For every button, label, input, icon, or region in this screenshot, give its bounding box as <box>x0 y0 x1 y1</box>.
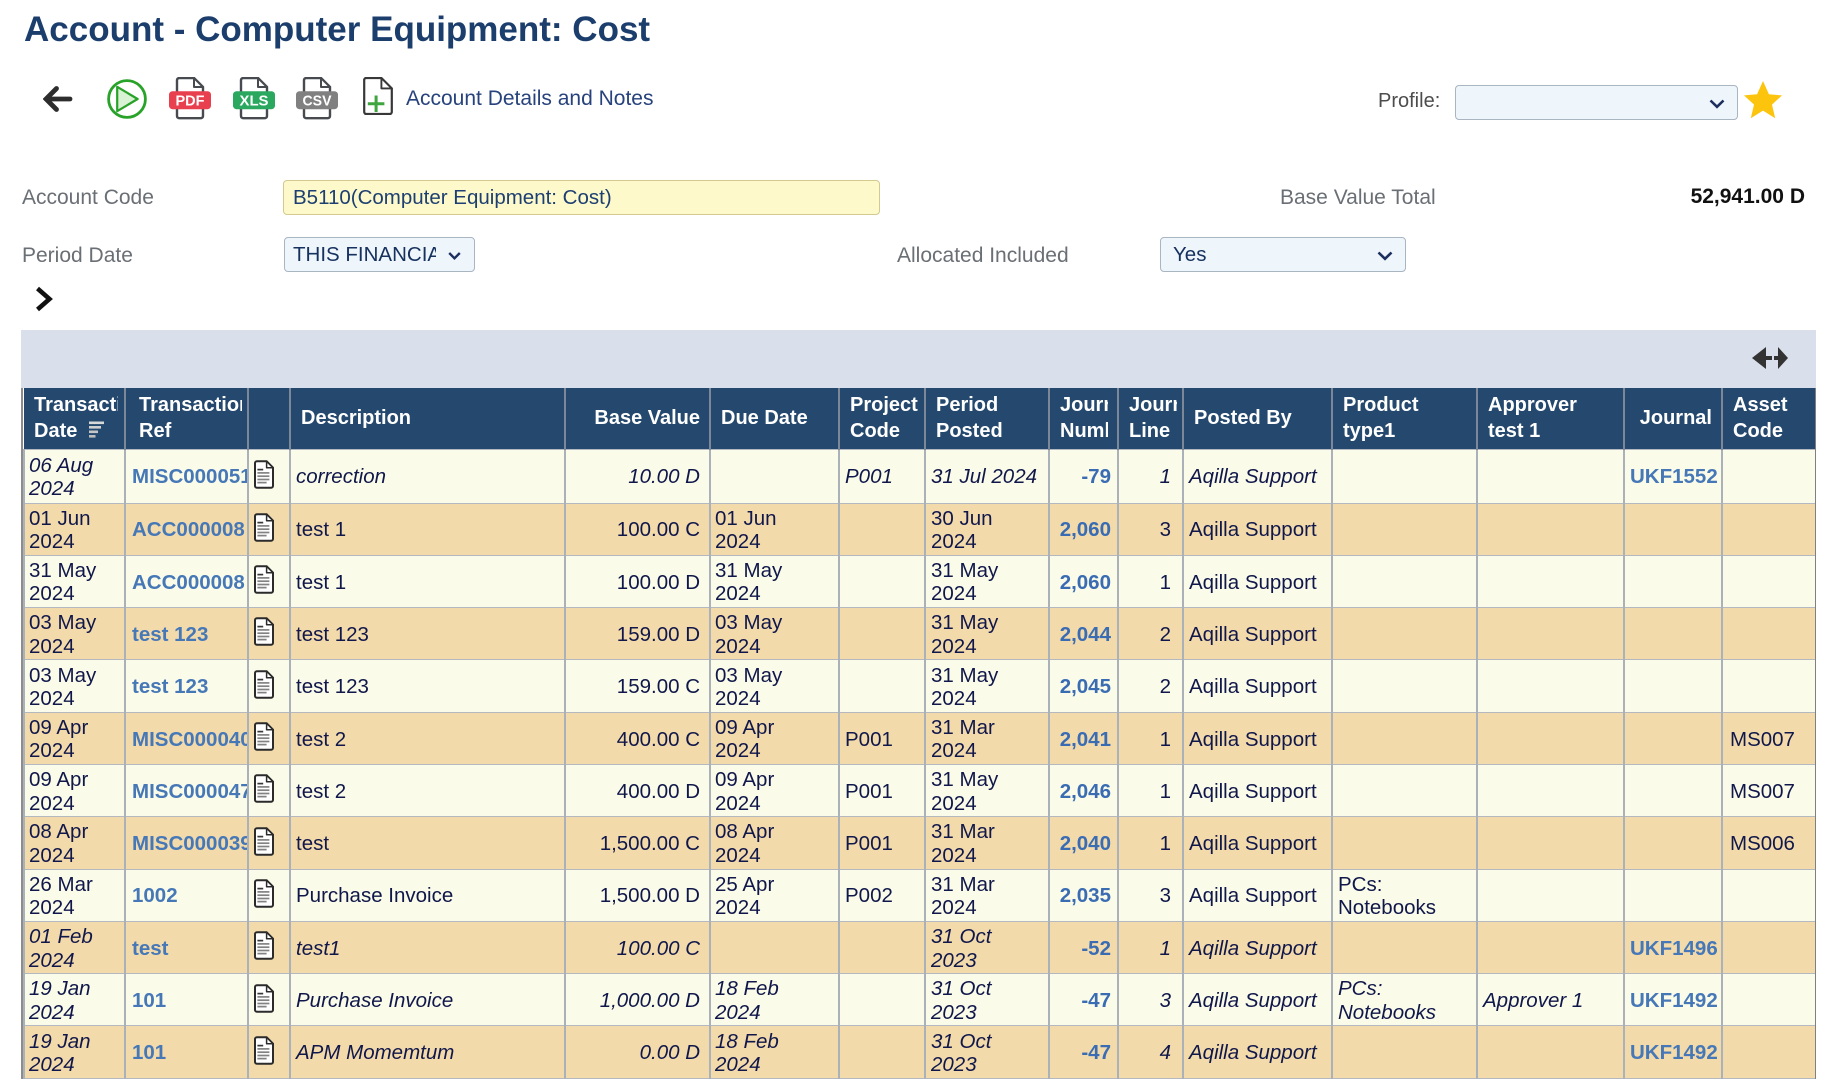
svg-text:CSV: CSV <box>303 92 332 109</box>
svg-text:XLS: XLS <box>240 92 269 109</box>
svg-text:PDF: PDF <box>176 92 205 109</box>
